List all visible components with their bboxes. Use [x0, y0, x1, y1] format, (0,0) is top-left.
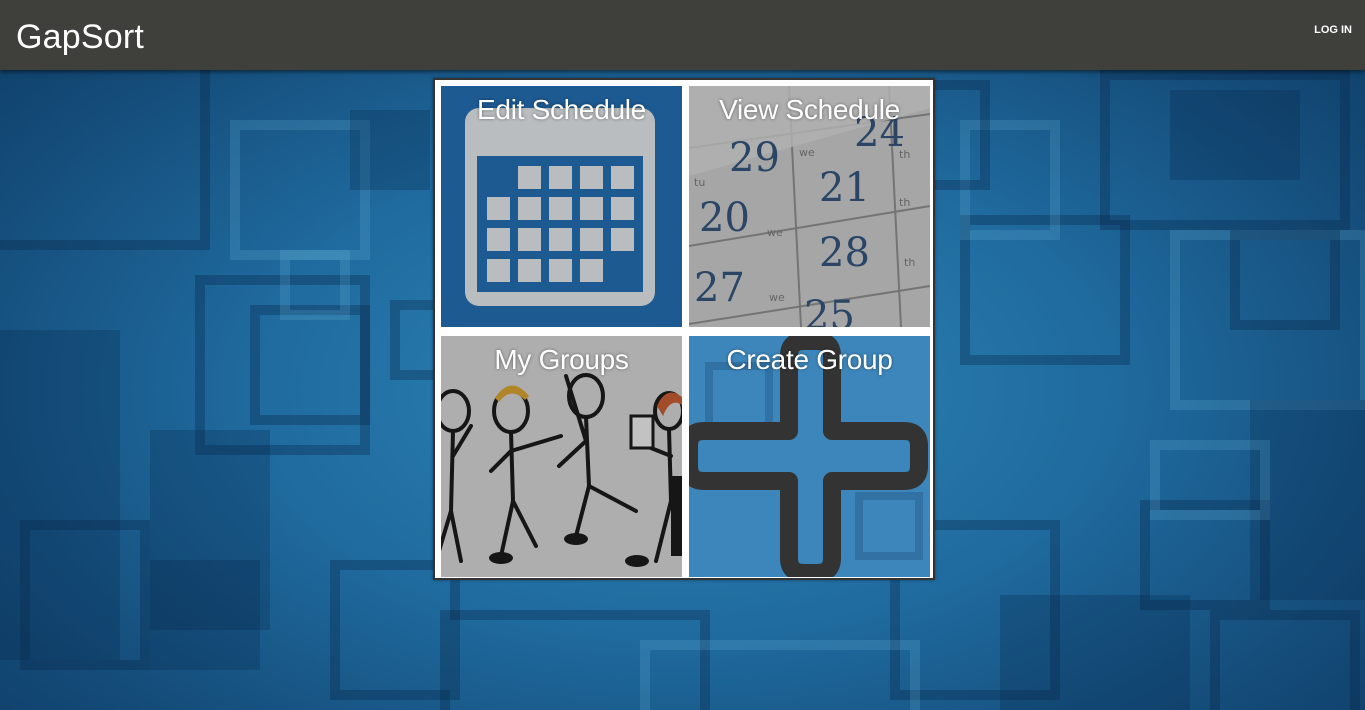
view-schedule-label: View Schedule [719, 94, 900, 125]
login-link[interactable]: LOG IN [1314, 24, 1352, 36]
create-group-tile[interactable]: Create Group [689, 336, 930, 577]
create-group-label: Create Group [726, 344, 893, 375]
app-brand[interactable]: GapSort [16, 18, 144, 57]
dashboard-tile-grid: Edit Schedule 29 21 28 27 20 25 24 we we… [433, 78, 935, 580]
view-schedule-tile[interactable]: 29 21 28 27 20 25 24 we we we th th th t… [689, 86, 930, 327]
edit-schedule-label: Edit Schedule [477, 94, 646, 125]
edit-schedule-tile[interactable]: Edit Schedule [441, 86, 682, 327]
top-navigation-bar: GapSort LOG IN [0, 0, 1365, 70]
my-groups-tile[interactable]: My Groups [441, 336, 682, 577]
my-groups-label: My Groups [494, 344, 629, 375]
